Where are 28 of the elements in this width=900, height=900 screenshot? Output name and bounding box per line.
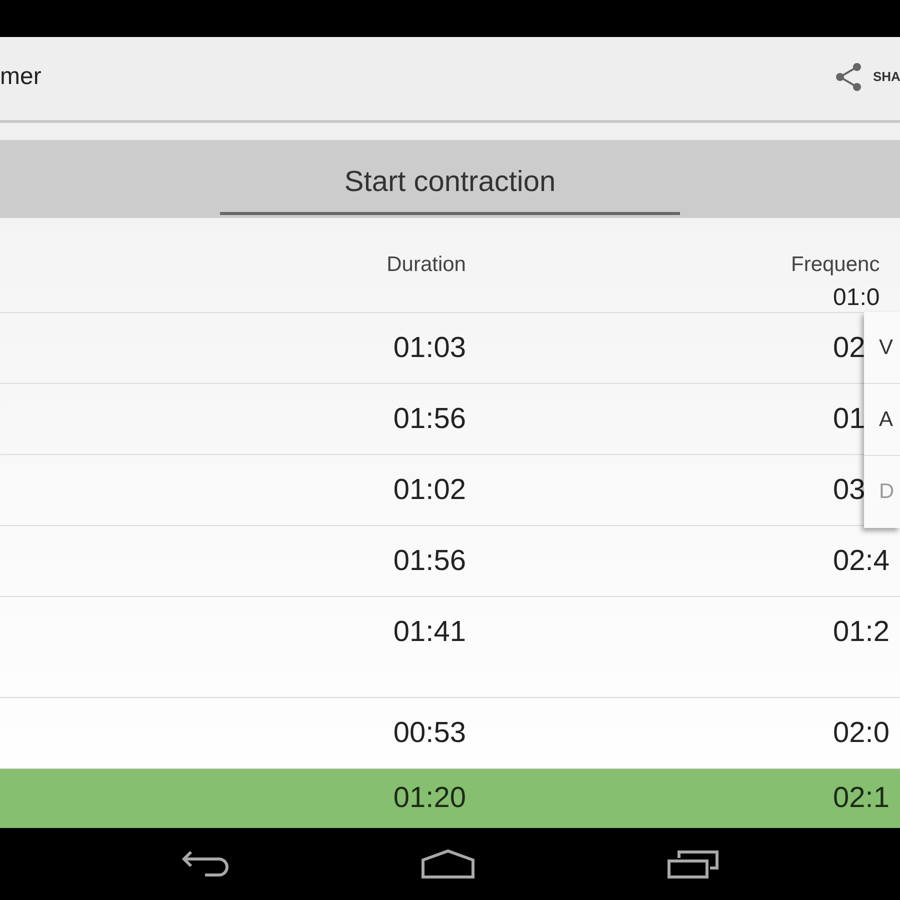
column-header: Duration <box>386 253 466 277</box>
share-icon <box>835 62 863 90</box>
duration-cell-text: 01:02 <box>392 474 466 506</box>
column-header: Frequenc <box>791 253 880 277</box>
home-icon[interactable] <box>421 849 475 879</box>
duration-cell-text: 01:41 <box>392 616 466 649</box>
back-icon[interactable] <box>181 849 229 879</box>
duration-cell-text: 01:20 <box>392 782 466 815</box>
frequency-cell-text: 01 <box>832 402 866 436</box>
frequency-cell-text: 02 <box>832 332 866 364</box>
frequency-cell-text: 02:0 <box>832 716 890 750</box>
frequency-cell-text: 03 <box>832 474 866 506</box>
share-button[interactable]: SHA <box>835 62 900 94</box>
frequency-cell-text: 02:1 <box>832 782 890 815</box>
start-contraction-button[interactable]: Start contraction <box>0 140 900 218</box>
frequency-cell-text: 02:4 <box>832 544 890 578</box>
frequency-cell-text: 01:2 <box>832 616 890 649</box>
duration-cell-text: 01:03 <box>392 332 466 364</box>
table-row[interactable]: 01:41 01:2 <box>0 597 900 698</box>
frequency-cell: 01:0 <box>833 286 880 310</box>
recent-apps-icon[interactable] <box>667 849 719 879</box>
menu-item[interactable]: A <box>864 384 900 456</box>
duration-cell-text: 01:56 <box>392 544 466 578</box>
duration-cell-text: 00:53 <box>392 716 466 750</box>
app-title: mer <box>0 62 42 92</box>
duration-cell-text: 01:56 <box>392 402 466 436</box>
table-row[interactable]: 01:20 02:1 <box>0 769 900 828</box>
menu-item[interactable]: V <box>864 312 900 384</box>
